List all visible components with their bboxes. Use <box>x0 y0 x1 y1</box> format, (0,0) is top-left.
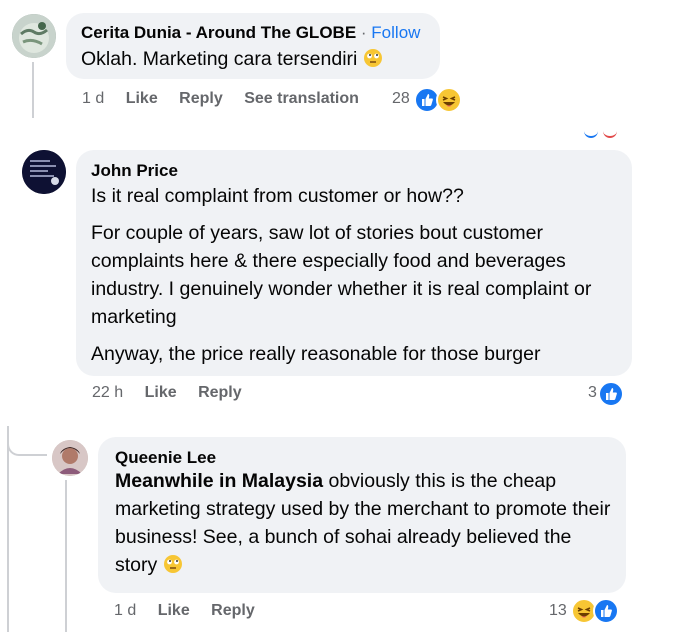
rolling-eyes-emoji-icon <box>363 48 383 76</box>
thread-line <box>65 480 67 632</box>
like-link[interactable]: Like <box>126 90 158 107</box>
avatar[interactable] <box>52 440 88 476</box>
comment-text: Meanwhile in Malaysia obviously this is … <box>115 467 619 582</box>
thread-line <box>7 426 9 632</box>
comment-author-line: Cerita Dunia - Around The GLOBE · Follow <box>81 23 420 43</box>
avatar[interactable] <box>12 14 56 58</box>
comment-bubble: Queenie Lee Meanwhile in Malaysia obviou… <box>98 437 626 593</box>
reply-link[interactable]: Reply <box>211 602 255 619</box>
comment-author[interactable]: John Price <box>91 161 178 181</box>
avatar[interactable] <box>22 150 66 194</box>
comment-text: Is it real complaint from customer or ho… <box>91 182 621 368</box>
comment-paragraph: Is it real complaint from customer or ho… <box>91 185 464 207</box>
comment-text: Oklah. Marketing cara tersendiri <box>81 45 383 76</box>
comment-time[interactable]: 22 h <box>92 384 123 401</box>
like-icon <box>598 381 624 407</box>
comment-text-content: Oklah. Marketing cara tersendiri <box>81 48 358 70</box>
thread-connector <box>7 430 47 456</box>
like-link[interactable]: Like <box>145 384 177 401</box>
mention-link[interactable]: Meanwhile in Malaysia <box>115 470 323 492</box>
comment-meta: 1 d Like Reply See translation <box>82 90 359 108</box>
comment-meta: 22 h Like Reply <box>92 384 242 402</box>
reply-link[interactable]: Reply <box>179 90 223 107</box>
person-avatar-icon <box>52 440 88 476</box>
reaction-count[interactable]: 28 <box>392 90 410 108</box>
haha-icon <box>436 87 462 113</box>
reaction-count[interactable]: 13 <box>549 602 567 620</box>
comment-paragraph: Anyway, the price really reasonable for … <box>91 343 541 365</box>
comment-time[interactable]: 1 d <box>114 602 136 619</box>
comment-paragraph: For couple of years, saw lot of stories … <box>91 222 592 328</box>
thread-line <box>32 62 34 118</box>
separator: · <box>360 23 367 42</box>
comment-author[interactable]: Queenie Lee <box>115 448 216 468</box>
partial-reaction-icon <box>584 130 598 138</box>
like-link[interactable]: Like <box>158 602 190 619</box>
globe-avatar-icon <box>12 14 56 58</box>
reaction-count[interactable]: 3 <box>588 384 597 402</box>
comment-author[interactable]: Cerita Dunia - Around The GLOBE <box>81 23 356 42</box>
dark-avatar-icon <box>22 150 66 194</box>
comment-bubble: Cerita Dunia - Around The GLOBE · Follow… <box>66 13 440 79</box>
follow-link[interactable]: Follow <box>371 23 420 42</box>
comment-meta: 1 d Like Reply <box>114 602 255 620</box>
rolling-eyes-emoji-icon <box>163 554 183 582</box>
see-translation-link[interactable]: See translation <box>244 90 359 107</box>
like-icon <box>593 598 619 624</box>
partial-reaction-icon <box>603 130 617 138</box>
reply-link[interactable]: Reply <box>198 384 242 401</box>
comment-bubble: John Price Is it real complaint from cus… <box>76 150 632 376</box>
comment-time[interactable]: 1 d <box>82 90 104 107</box>
